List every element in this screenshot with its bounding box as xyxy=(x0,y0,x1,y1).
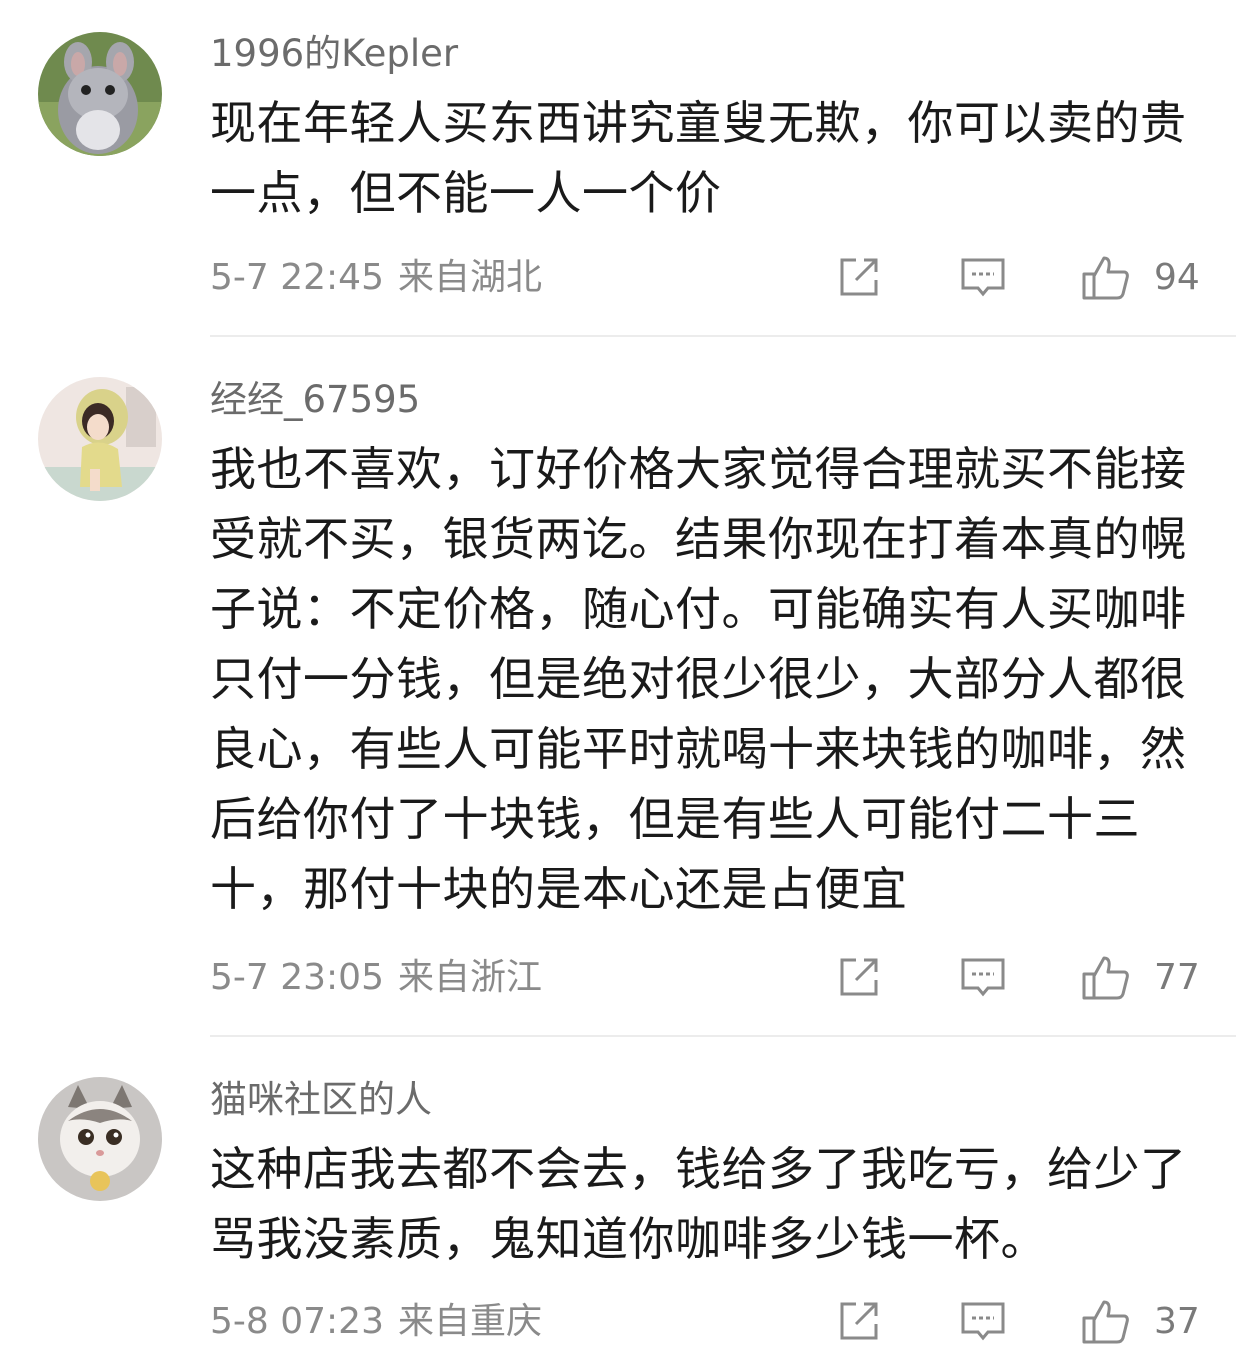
divider xyxy=(210,335,1236,337)
like-button[interactable] xyxy=(1080,1296,1130,1346)
anime-girl-avatar-image xyxy=(38,377,162,501)
reply-icon xyxy=(961,258,1005,297)
share-icon xyxy=(840,258,878,296)
divider xyxy=(210,1035,1236,1037)
like-button[interactable] xyxy=(1080,252,1130,302)
like-count: 37 xyxy=(1154,1301,1200,1342)
comment-location: 来自湖北 xyxy=(398,257,543,298)
share-icon xyxy=(840,958,878,996)
share-button[interactable] xyxy=(834,952,884,1002)
reply-button[interactable] xyxy=(958,1296,1008,1346)
share-button[interactable] xyxy=(834,1296,884,1346)
like-count: 94 xyxy=(1154,257,1200,298)
avatar[interactable] xyxy=(38,1077,162,1201)
comment-time: 5-8 07:23 xyxy=(210,1301,384,1342)
comment-meta: 5-7 23:05 来自浙江 77 xyxy=(210,952,1200,1004)
comment-meta: 5-8 07:23 来自重庆 37 xyxy=(210,1296,1200,1348)
like-icon xyxy=(1082,1300,1129,1344)
reply-icon xyxy=(961,958,1005,997)
username[interactable]: 经经_67595 xyxy=(210,378,420,422)
like-icon xyxy=(1082,256,1129,300)
avatar[interactable] xyxy=(38,377,162,501)
like-count: 77 xyxy=(1154,957,1200,998)
reply-button[interactable] xyxy=(958,952,1008,1002)
chinchilla-avatar-image xyxy=(38,32,162,156)
cat-avatar-image xyxy=(38,1077,162,1201)
share-icon xyxy=(840,1302,878,1340)
like-icon xyxy=(1082,956,1129,1000)
username[interactable]: 1996的Kepler xyxy=(210,32,458,76)
comment-text: 现在年轻人买东西讲究童叟无欺，你可以卖的贵一点，但不能一人一个价 xyxy=(210,96,1187,220)
comment-location: 来自重庆 xyxy=(398,1301,543,1342)
share-button[interactable] xyxy=(834,252,884,302)
avatar[interactable] xyxy=(38,32,162,156)
comment-location: 来自浙江 xyxy=(398,957,543,998)
like-button[interactable] xyxy=(1080,952,1130,1002)
comment-text: 这种店我去都不会去，钱给多了我吃亏，给少了骂我没素质，鬼知道你咖啡多少钱一杯。 xyxy=(210,1142,1187,1266)
reply-icon xyxy=(961,1302,1005,1341)
comment-time: 5-7 23:05 xyxy=(210,957,384,998)
comment-text: 我也不喜欢，订好价格大家觉得合理就买不能接受就不买，银货两讫。结果你现在打着本真… xyxy=(210,442,1187,916)
comment-time: 5-7 22:45 xyxy=(210,257,384,298)
comment-meta: 5-7 22:45 来自湖北 94 xyxy=(210,252,1200,304)
username[interactable]: 猫咪社区的人 xyxy=(210,1078,432,1122)
reply-button[interactable] xyxy=(958,252,1008,302)
